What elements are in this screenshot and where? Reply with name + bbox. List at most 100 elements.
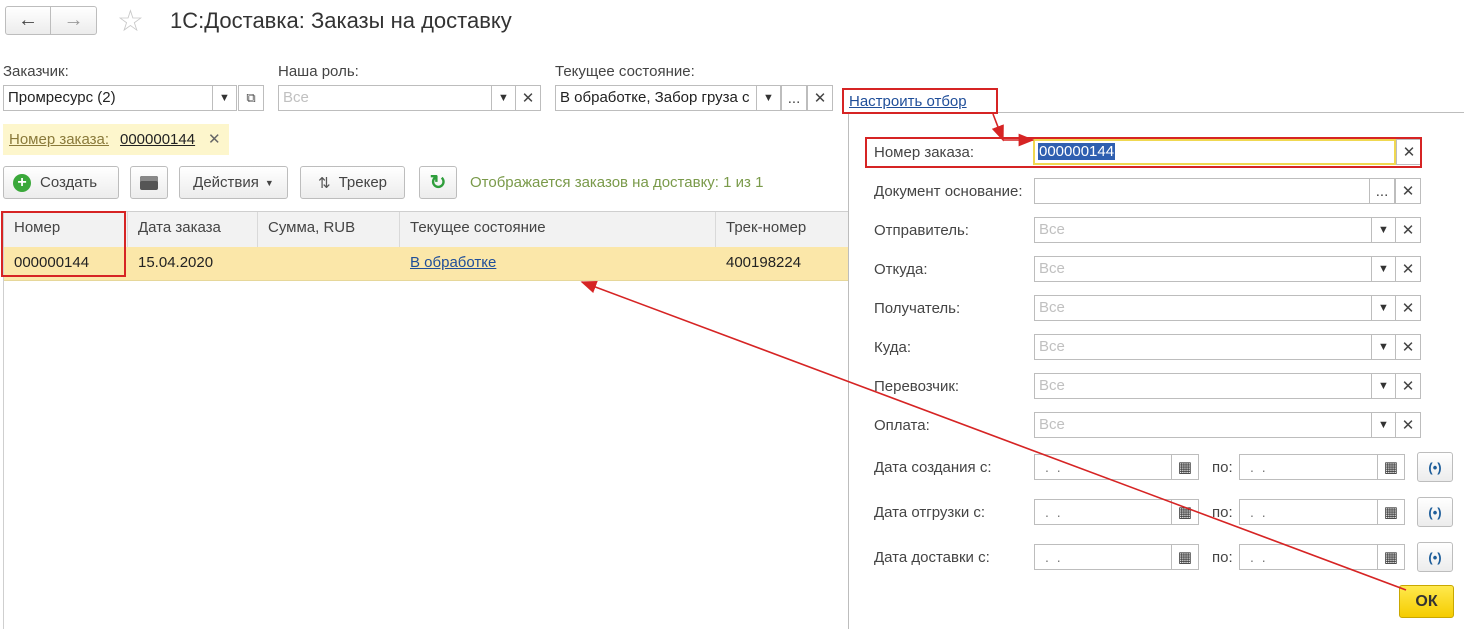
period-icon: (•) [1428, 459, 1442, 475]
period-icon: (•) [1428, 504, 1442, 520]
clear-document-button[interactable]: ✕ [1395, 178, 1421, 204]
customer-field[interactable]: Промресурс (2) ▼ [3, 85, 237, 111]
chevron-down-icon[interactable]: ▼ [1371, 335, 1395, 359]
create-button[interactable]: + Создать [3, 166, 119, 199]
date-created-from[interactable]: . . ▦ [1034, 454, 1199, 480]
date-created-to-label: по: [1212, 459, 1233, 476]
state-field[interactable]: В обработке, Забор груза с ▼ [555, 85, 781, 111]
calendar-icon[interactable]: ▦ [1377, 500, 1404, 524]
document-field[interactable] [1034, 178, 1370, 204]
period-delivered-button[interactable]: (•) [1417, 542, 1453, 572]
state-select-button[interactable]: ... [781, 85, 807, 111]
state-label: Текущее состояние: [555, 63, 695, 80]
clear-role-button[interactable]: ✕ [515, 85, 541, 111]
favorite-star-icon[interactable]: ☆ [117, 4, 144, 39]
chevron-down-icon[interactable]: ▼ [1371, 296, 1395, 320]
back-button[interactable]: ← [5, 6, 51, 35]
document-select-button[interactable]: ... [1369, 178, 1395, 204]
filter-label-to: Куда: [874, 339, 912, 356]
cell-track: 400198224 [726, 254, 802, 271]
period-icon: (•) [1428, 549, 1442, 565]
open-customer-button[interactable]: ⧉ [238, 85, 264, 111]
date-shipped-to-value: . . [1250, 504, 1268, 520]
tracker-button-label: Трекер [338, 174, 387, 191]
actions-button[interactable]: Действия ▼ [179, 166, 288, 199]
active-filter-value[interactable]: 000000144 [120, 131, 195, 148]
date-shipped-from[interactable]: . . ▦ [1034, 499, 1199, 525]
filter-label-payment: Оплата: [874, 417, 930, 434]
role-label: Наша роль: [278, 63, 359, 80]
date-delivered-to-label: по: [1212, 549, 1233, 566]
customer-value: Промресурс (2) [8, 89, 116, 106]
carrier-field[interactable]: Все ▼ [1034, 373, 1396, 399]
arrow-right-icon: → [63, 9, 84, 31]
sender-field[interactable]: Все ▼ [1034, 217, 1396, 243]
calendar-icon[interactable]: ▦ [1171, 455, 1198, 479]
role-field[interactable]: Все ▼ [278, 85, 516, 111]
cell-sum [258, 247, 278, 280]
date-created-to-value: . . [1250, 459, 1268, 475]
column-header-sum[interactable]: Сумма, RUB [258, 212, 400, 247]
to-field[interactable]: Все ▼ [1034, 334, 1396, 360]
tracker-button[interactable]: ⇅ Трекер [300, 166, 405, 199]
annotation-link-box [842, 88, 998, 114]
refresh-icon: ↻ [429, 172, 447, 194]
forward-button[interactable]: → [50, 6, 97, 35]
chevron-down-icon[interactable]: ▼ [1371, 218, 1395, 242]
date-delivered-from[interactable]: . . ▦ [1034, 544, 1199, 570]
date-shipped-to[interactable]: . . ▦ [1239, 499, 1405, 525]
ok-button[interactable]: ОК [1399, 585, 1454, 618]
from-field[interactable]: Все ▼ [1034, 256, 1396, 282]
date-created-to[interactable]: . . ▦ [1239, 454, 1405, 480]
annotation-number-box [1, 211, 126, 277]
refresh-button[interactable]: ↻ [419, 166, 457, 199]
filter-label-from: Откуда: [874, 261, 928, 278]
clear-recipient-button[interactable]: ✕ [1395, 295, 1421, 321]
state-value: В обработке, Забор груза с [560, 89, 750, 106]
active-filter-label[interactable]: Номер заказа: [9, 131, 109, 148]
payment-placeholder: Все [1039, 416, 1065, 433]
cell-state-link[interactable]: В обработке [400, 247, 506, 280]
clear-payment-button[interactable]: ✕ [1395, 412, 1421, 438]
calendar-icon[interactable]: ▦ [1171, 545, 1198, 569]
column-header-date[interactable]: Дата заказа [128, 212, 258, 247]
remove-filter-icon[interactable]: ✕ [208, 130, 221, 148]
date-created-from-value: . . [1045, 459, 1063, 475]
chevron-down-icon[interactable]: ▼ [1371, 374, 1395, 398]
period-created-button[interactable]: (•) [1417, 452, 1453, 482]
chevron-down-icon[interactable]: ▼ [756, 86, 780, 110]
chevron-down-icon: ▼ [264, 177, 274, 188]
calendar-icon[interactable]: ▦ [1377, 455, 1404, 479]
chevron-down-icon[interactable]: ▼ [491, 86, 515, 110]
from-placeholder: Все [1039, 260, 1065, 277]
column-header-state[interactable]: Текущее состояние [400, 212, 716, 247]
sender-placeholder: Все [1039, 221, 1065, 238]
clear-to-button[interactable]: ✕ [1395, 334, 1421, 360]
clear-from-button[interactable]: ✕ [1395, 256, 1421, 282]
close-icon: ✕ [1401, 222, 1415, 239]
actions-button-label: Действия [193, 174, 259, 191]
period-shipped-button[interactable]: (•) [1417, 497, 1453, 527]
orders-count-status: Отображается заказов на доставку: 1 из 1 [470, 174, 764, 191]
create-button-label: Создать [40, 174, 98, 191]
print-button[interactable] [130, 166, 168, 199]
payment-field[interactable]: Все ▼ [1034, 412, 1396, 438]
calendar-icon[interactable]: ▦ [1171, 500, 1198, 524]
clear-sender-button[interactable]: ✕ [1395, 217, 1421, 243]
recipient-field[interactable]: Все ▼ [1034, 295, 1396, 321]
date-delivered-to[interactable]: . . ▦ [1239, 544, 1405, 570]
filter-label-recipient: Получатель: [874, 300, 961, 317]
calendar-icon[interactable]: ▦ [1377, 545, 1404, 569]
filter-label-document: Документ основание: [874, 183, 1023, 200]
chevron-down-icon[interactable]: ▼ [1371, 413, 1395, 437]
clear-carrier-button[interactable]: ✕ [1395, 373, 1421, 399]
ellipsis-icon: ... [1375, 182, 1389, 200]
column-header-track[interactable]: Трек-номер [716, 212, 848, 247]
clear-state-button[interactable]: ✕ [807, 85, 833, 111]
close-icon: ✕ [1401, 300, 1415, 317]
close-icon: ✕ [1401, 183, 1415, 200]
route-icon: ⇅ [318, 174, 331, 192]
chevron-down-icon[interactable]: ▼ [212, 86, 236, 110]
close-icon: ✕ [813, 90, 827, 107]
chevron-down-icon[interactable]: ▼ [1371, 257, 1395, 281]
